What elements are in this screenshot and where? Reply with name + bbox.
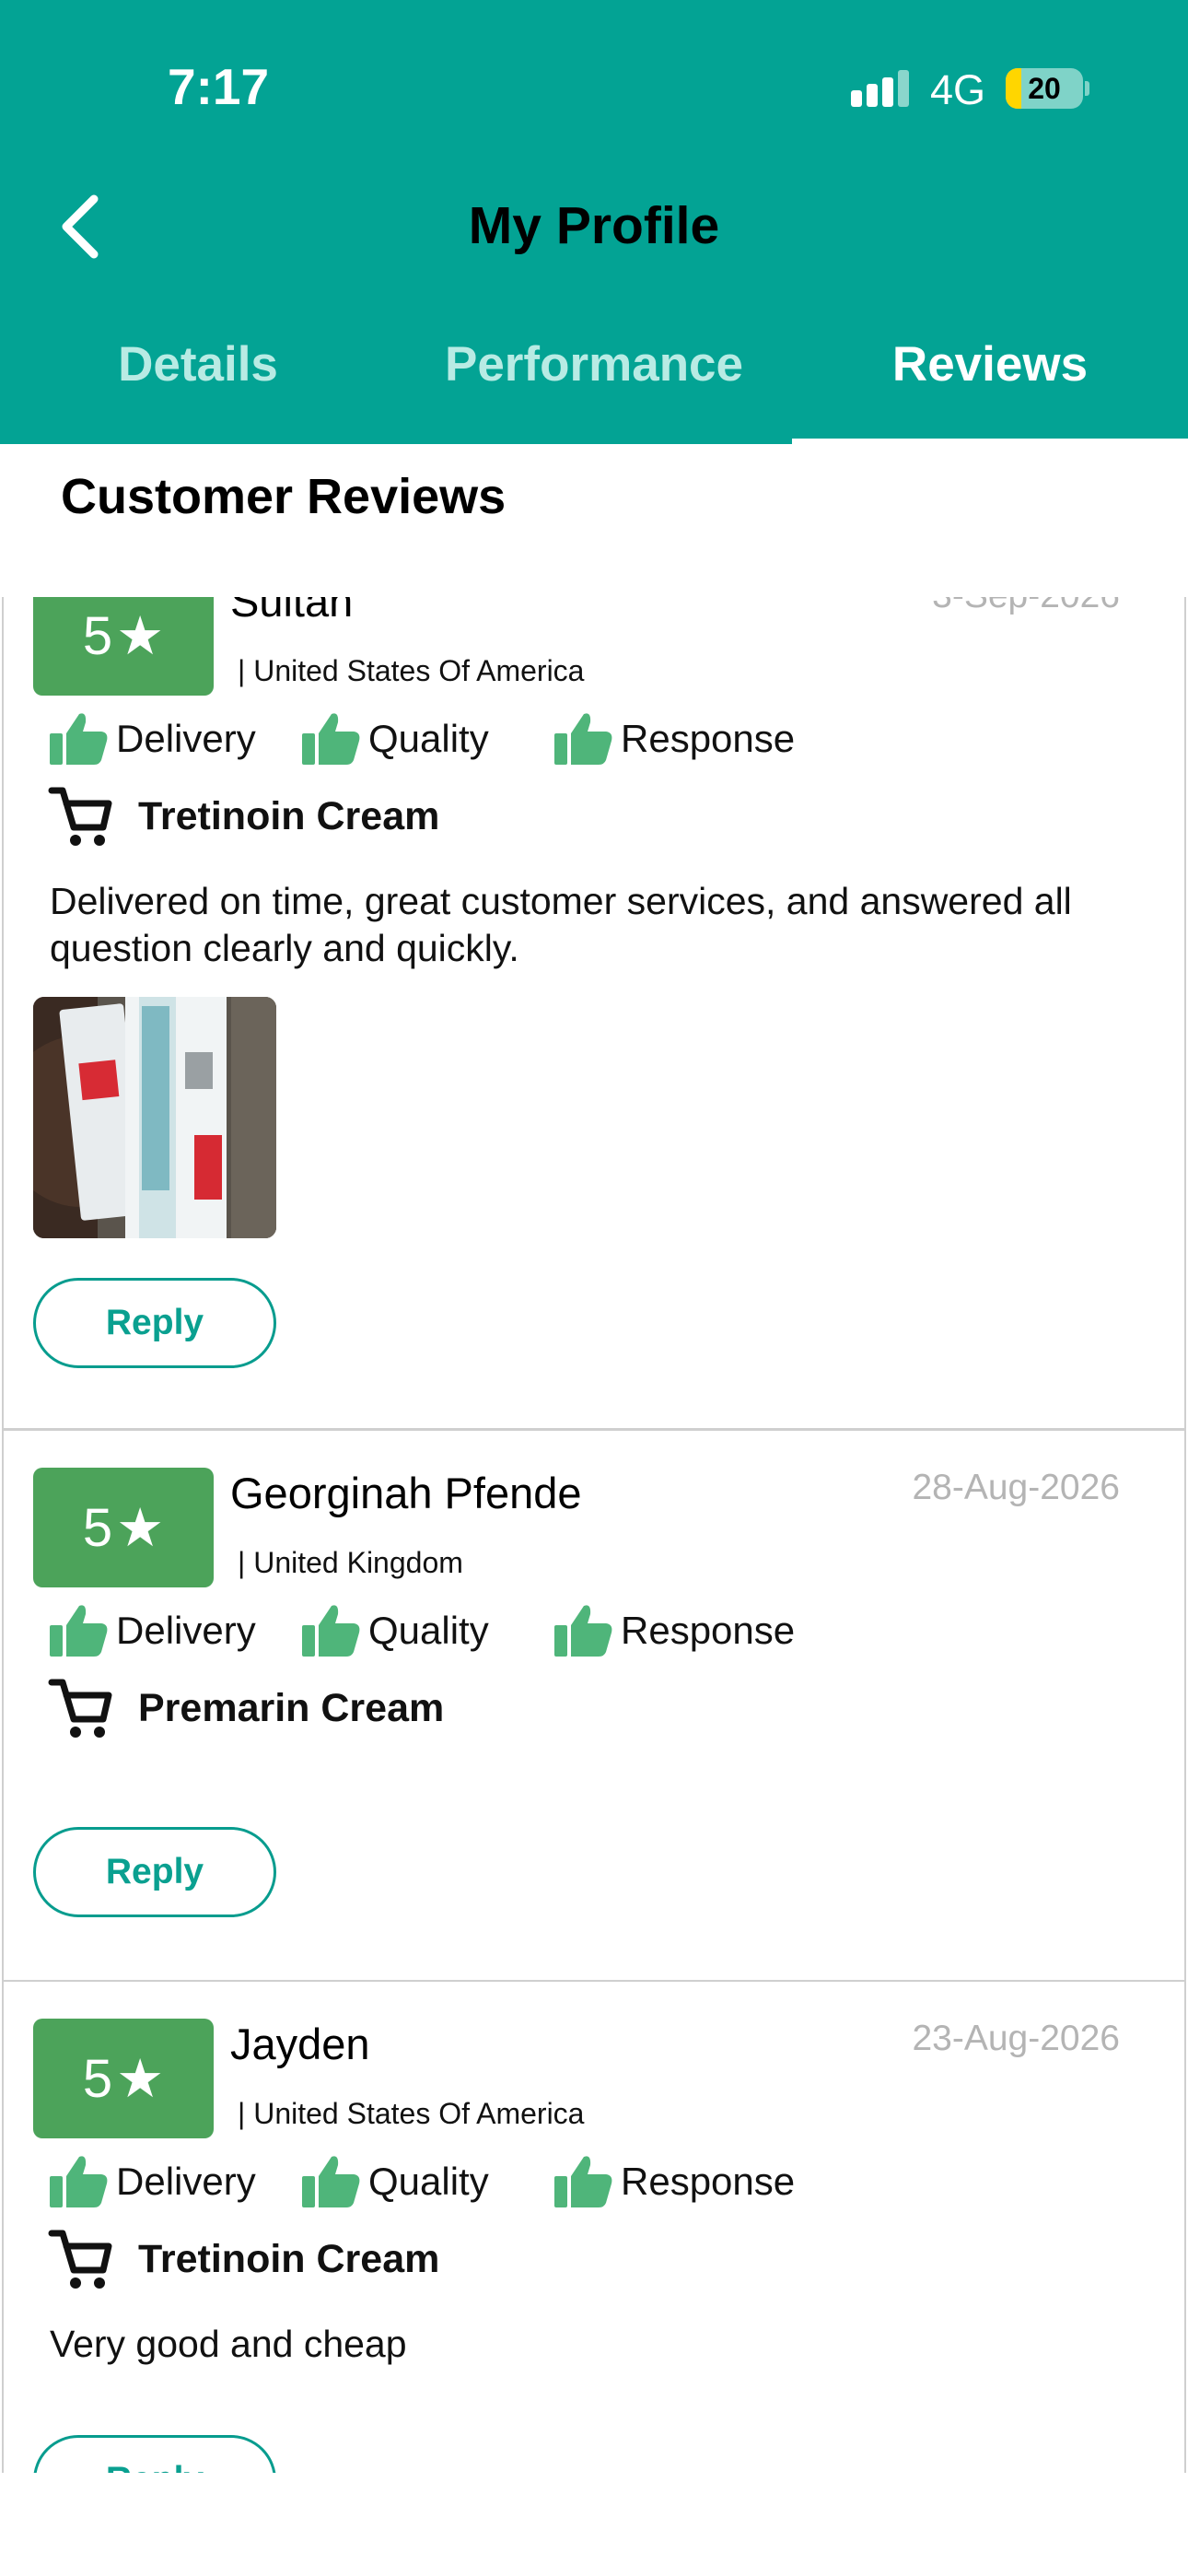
product-photo-image xyxy=(33,997,276,1238)
reviewer-country: | United States Of America xyxy=(238,654,585,687)
tag-label: Quality xyxy=(368,717,489,760)
reviewer-name: Sultan xyxy=(230,597,354,626)
status-time: 7:17 xyxy=(168,58,270,115)
rating-badge: 5 ★ xyxy=(33,597,214,696)
review-comment: Delivered on time, great customer servic… xyxy=(50,880,1072,969)
tag-label: Quality xyxy=(368,1609,489,1652)
product-line: Tretinoin Cream xyxy=(48,2226,439,2292)
thumbs-up-icon xyxy=(50,2156,108,2207)
app-header: 7:17 4G 20 My Profile Details Performanc… xyxy=(0,0,1188,444)
section-title: Customer Reviews xyxy=(61,469,507,524)
product-line: Tretinoin Cream xyxy=(48,783,439,849)
product-name: Premarin Cream xyxy=(138,1685,445,1730)
tag-label: Response xyxy=(621,2160,796,2203)
cart-icon xyxy=(48,787,112,846)
tag-label: Delivery xyxy=(116,2160,256,2203)
tag-response: Response xyxy=(553,2154,795,2209)
review-card: 5 ★ Georginah Pfende | United Kingdom 28-… xyxy=(2,1429,1186,1983)
tag-label: Quality xyxy=(368,2160,489,2203)
thumbs-up-icon xyxy=(554,713,612,765)
thumbs-up-icon xyxy=(554,2156,612,2207)
battery-tip xyxy=(1085,81,1089,96)
battery-level: 20 xyxy=(1028,72,1061,105)
tag-label: Delivery xyxy=(116,1609,256,1652)
star-icon: ★ xyxy=(116,1498,165,1558)
reply-button[interactable]: Reply xyxy=(33,1278,276,1368)
reviews-list[interactable]: 5★ Sultan | United States Of America 3-S… xyxy=(0,597,1188,2473)
cart-icon xyxy=(48,1679,112,1738)
tag-delivery: Delivery xyxy=(48,711,256,767)
tab-reviews[interactable]: Reviews xyxy=(792,336,1188,392)
tag-response: Response xyxy=(553,1603,795,1658)
thumbs-up-icon xyxy=(50,713,108,765)
active-tab-indicator xyxy=(792,439,1188,444)
rating-badge: 5 ★ xyxy=(33,1468,214,1587)
tag-quality: Quality xyxy=(300,711,489,767)
cart-icon xyxy=(48,2230,112,2289)
tag-response: Response xyxy=(553,711,795,767)
rating-value: 5 xyxy=(82,1497,113,1558)
reply-button[interactable]: Reply xyxy=(33,2435,276,2473)
tag-label: Response xyxy=(621,717,796,760)
tab-details[interactable]: Details xyxy=(0,336,396,392)
star-icon: ★ xyxy=(116,2049,165,2109)
battery-icon: 20 xyxy=(1006,68,1083,109)
page-title: My Profile xyxy=(468,196,720,255)
signal-icon xyxy=(851,70,909,107)
review-card: 5 ★ Jayden | United States Of America 23-… xyxy=(2,1980,1186,2473)
reviewer-country: | United States Of America xyxy=(238,2097,585,2130)
reviewer-country: | United Kingdom xyxy=(238,1546,463,1579)
reply-button[interactable]: Reply xyxy=(33,1827,276,1917)
review-date: 3-Sep-2026 xyxy=(932,597,1120,616)
thumbs-up-icon xyxy=(50,1605,108,1657)
thumbs-up-icon xyxy=(302,713,360,765)
review-date: 23-Aug-2026 xyxy=(912,2019,1120,2058)
tab-performance[interactable]: Performance xyxy=(396,336,792,392)
review-comment: Very good and cheap xyxy=(50,2323,407,2365)
product-line: Premarin Cream xyxy=(48,1675,444,1741)
thumbs-up-icon xyxy=(554,1605,612,1657)
rating-value: 5 xyxy=(82,605,113,666)
review-date: 28-Aug-2026 xyxy=(912,1468,1120,1507)
product-name: Tretinoin Cream xyxy=(138,793,440,838)
rating-badge: 5 ★ xyxy=(33,2019,214,2138)
review-photo[interactable] xyxy=(33,997,276,1238)
tag-delivery: Delivery xyxy=(48,1603,256,1658)
star-icon: ★ xyxy=(116,606,165,666)
reviewer-name: Jayden xyxy=(230,2020,370,2068)
product-name: Tretinoin Cream xyxy=(138,2236,440,2281)
thumbs-up-icon xyxy=(302,1605,360,1657)
rating-value: 5 xyxy=(82,2048,113,2109)
review-card: 5★ Sultan | United States Of America 3-S… xyxy=(2,597,1186,1430)
network-type: 4G xyxy=(930,66,986,113)
tag-quality: Quality xyxy=(300,2154,489,2209)
tag-label: Delivery xyxy=(116,717,256,760)
tag-delivery: Delivery xyxy=(48,2154,256,2209)
tag-quality: Quality xyxy=(300,1603,489,1658)
reviewer-name: Georginah Pfende xyxy=(230,1469,582,1517)
thumbs-up-icon xyxy=(302,2156,360,2207)
tag-label: Response xyxy=(621,1609,796,1652)
